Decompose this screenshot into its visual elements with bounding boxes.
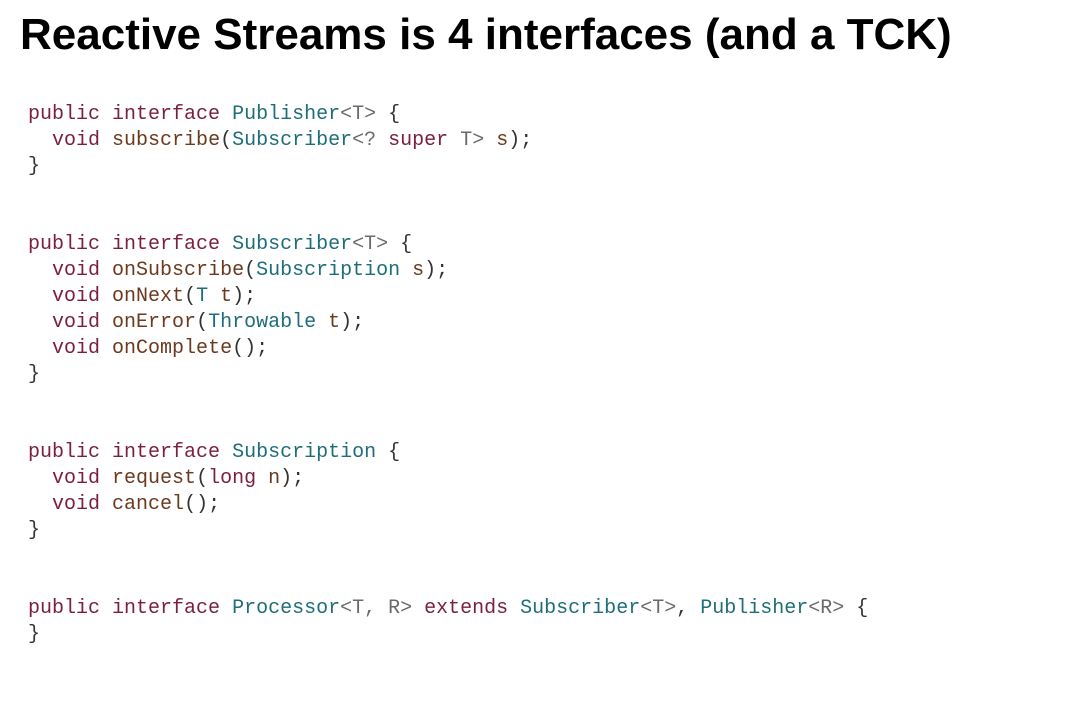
keyword-void: void [52,129,100,152]
param-t: t [220,285,232,308]
publisher-interface: public interface Publisher<T> { void sub… [28,102,1060,180]
keyword-interface: interface [112,233,220,256]
brace-close: } [28,155,40,178]
type-throwable: Throwable [208,311,316,334]
method-subscribe: subscribe [112,129,220,152]
keyword-void: void [52,337,100,360]
keyword-super: super [388,129,448,152]
paren-close: ); [244,337,268,360]
slide-container: Reactive Streams is 4 interfaces (and a … [0,0,1080,720]
subscription-interface: public interface Subscription { void req… [28,440,1060,544]
indent [28,493,52,516]
brace-close: } [28,363,40,386]
keyword-interface: interface [112,103,220,126]
paren-close: ); [340,311,364,334]
indent [28,259,52,282]
keyword-extends: extends [424,597,508,620]
paren-open: ( [184,285,196,308]
type-subscription: Subscription [232,441,376,464]
keyword-void: void [52,493,100,516]
indent [28,285,52,308]
generic-t: <T> [352,233,388,256]
indent [28,311,52,334]
type-subscriber: Subscriber [232,129,352,152]
processor-interface: public interface Processor<T, R> extends… [28,596,1060,648]
brace-close: } [28,519,40,542]
paren-close: ); [196,493,220,516]
code-block: public interface Publisher<T> { void sub… [20,76,1060,700]
brace-open: { [376,103,400,126]
type-subscriber: Subscriber [232,233,352,256]
generic-close: > [472,129,484,152]
paren-close: ); [424,259,448,282]
generic-r: <R> [808,597,844,620]
param-n: n [268,467,280,490]
slide-title: Reactive Streams is 4 interfaces (and a … [20,10,1060,60]
paren-close: ); [508,129,532,152]
indent [28,467,52,490]
param-s: s [496,129,508,152]
method-oncomplete: onComplete [112,337,232,360]
keyword-public: public [28,441,100,464]
keyword-public: public [28,233,100,256]
indent [28,129,52,152]
subscriber-interface: public interface Subscriber<T> { void on… [28,232,1060,388]
generic-tr: <T, R> [340,597,412,620]
paren-open: ( [244,259,256,282]
method-request: request [112,467,196,490]
brace-open: { [388,233,412,256]
paren-close: ); [280,467,304,490]
keyword-void: void [52,259,100,282]
keyword-interface: interface [112,597,220,620]
brace-close: } [28,623,40,646]
keyword-interface: interface [112,441,220,464]
indent [28,337,52,360]
generic-wildcard: <? [352,129,376,152]
brace-open: { [844,597,868,620]
type-publisher: Publisher [700,597,808,620]
keyword-public: public [28,103,100,126]
paren-open: ( [232,337,244,360]
method-onsubscribe: onSubscribe [112,259,244,282]
keyword-long: long [208,467,256,490]
brace-open: { [376,441,400,464]
param-s: s [412,259,424,282]
method-onerror: onError [112,311,196,334]
keyword-void: void [52,467,100,490]
paren-open: ( [196,311,208,334]
keyword-public: public [28,597,100,620]
generic-t: T [460,129,472,152]
generic-t: <T> [640,597,676,620]
param-t: t [328,311,340,334]
method-onnext: onNext [112,285,184,308]
type-publisher: Publisher [232,103,340,126]
paren-open: ( [184,493,196,516]
paren-open: ( [196,467,208,490]
keyword-void: void [52,285,100,308]
type-processor: Processor [232,597,340,620]
method-cancel: cancel [112,493,184,516]
paren-open: ( [220,129,232,152]
keyword-void: void [52,311,100,334]
generic-t: <T> [340,103,376,126]
type-subscriber: Subscriber [520,597,640,620]
paren-close: ); [232,285,256,308]
type-subscription: Subscription [256,259,400,282]
comma: , [676,597,700,620]
type-t: T [196,285,208,308]
